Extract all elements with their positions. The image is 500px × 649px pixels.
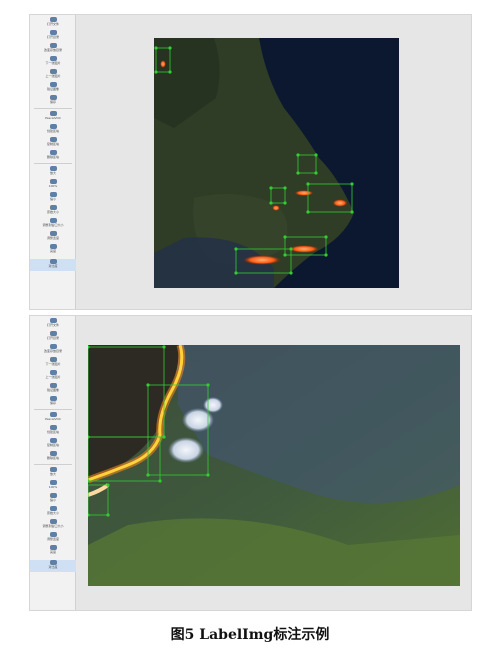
box-handle[interactable] bbox=[306, 210, 310, 214]
delete-box-button[interactable]: 删除区块 bbox=[30, 451, 76, 463]
box-handle[interactable] bbox=[289, 247, 293, 251]
image-canvas-top[interactable] bbox=[154, 38, 399, 288]
box-handle[interactable] bbox=[162, 435, 166, 439]
box-handle[interactable] bbox=[350, 182, 354, 186]
toolbar-divider bbox=[34, 409, 72, 410]
box-handle[interactable] bbox=[324, 253, 328, 257]
box-handle[interactable] bbox=[168, 70, 172, 74]
box-handle[interactable] bbox=[306, 182, 310, 186]
prev-image-button[interactable]: 上一张图片 bbox=[30, 370, 76, 382]
labelimg-window-top: 打开文件 打开目录 改变存放目录 下一张图片 上一张图片 验证图像 保存 Pas… bbox=[29, 14, 472, 310]
box-handle[interactable] bbox=[146, 383, 150, 387]
fire-spot bbox=[272, 205, 280, 211]
change-save-dir-button[interactable]: 改变存放目录 bbox=[30, 344, 76, 356]
verify-image-button[interactable]: 验证图像 bbox=[30, 82, 76, 94]
box-handle[interactable] bbox=[296, 153, 300, 157]
box-handle[interactable] bbox=[206, 383, 210, 387]
box-handle[interactable] bbox=[283, 253, 287, 257]
zoom-in-button[interactable]: 放大 bbox=[30, 467, 76, 479]
fit-width-button[interactable]: 调整宽度 bbox=[30, 231, 76, 243]
box-handle[interactable] bbox=[283, 235, 287, 239]
duplicate-box-button[interactable]: 复制区块 bbox=[30, 438, 76, 450]
change-save-dir-button[interactable]: 改变存放目录 bbox=[30, 43, 76, 55]
toolbar-bottom: 打开文件 打开目录 改变存放目录 下一张图片 上一张图片 验证图像 保存 Pas… bbox=[30, 316, 76, 610]
satellite-image-wildfire bbox=[88, 345, 460, 586]
box-handle[interactable] bbox=[234, 247, 238, 251]
toolbar-top: 打开文件 打开目录 改变存放目录 下一张图片 上一张图片 验证图像 保存 Pas… bbox=[30, 15, 76, 309]
toolbar-divider bbox=[34, 108, 72, 109]
box-handle[interactable] bbox=[106, 513, 110, 517]
prev-image-button[interactable]: 上一张图片 bbox=[30, 69, 76, 81]
fire-spot bbox=[288, 245, 320, 253]
format-button[interactable]: PascalVOC bbox=[30, 111, 76, 123]
box-handle[interactable] bbox=[269, 186, 273, 190]
zoom-level-field[interactable]: 100% bbox=[30, 179, 76, 191]
fit-window-button[interactable]: 调整到窗口大小 bbox=[30, 519, 76, 531]
next-image-button[interactable]: 下一张图片 bbox=[30, 56, 76, 68]
box-handle[interactable] bbox=[324, 235, 328, 239]
save-button[interactable]: 保存 bbox=[30, 396, 76, 408]
box-handle[interactable] bbox=[234, 271, 238, 275]
create-box-button[interactable]: 创建区块 bbox=[30, 124, 76, 136]
smoke-plume bbox=[203, 397, 223, 413]
open-dir-button[interactable]: 打开目录 bbox=[30, 30, 76, 42]
box-handle[interactable] bbox=[283, 201, 287, 205]
box-handle[interactable] bbox=[106, 483, 110, 487]
box-handle[interactable] bbox=[154, 46, 158, 50]
figure-caption: 图5 LabelImg标注示例 bbox=[170, 627, 330, 643]
contrast-button[interactable]: 对比度 bbox=[30, 259, 76, 271]
zoom-out-button[interactable]: 缩小 bbox=[30, 493, 76, 505]
box-handle[interactable] bbox=[314, 171, 318, 175]
box-handle[interactable] bbox=[289, 271, 293, 275]
open-file-button[interactable]: 打开文件 bbox=[30, 318, 76, 330]
fit-width-button[interactable]: 调整宽度 bbox=[30, 532, 76, 544]
brightness-button[interactable]: 亮度 bbox=[30, 545, 76, 557]
contrast-button[interactable]: 对比度 bbox=[30, 560, 76, 572]
fit-window-button[interactable]: 调整到窗口大小 bbox=[30, 218, 76, 230]
zoom-in-button[interactable]: 放大 bbox=[30, 166, 76, 178]
satellite-image-coast bbox=[154, 38, 399, 288]
fire-spot bbox=[242, 255, 282, 265]
labelimg-window-bottom: 打开文件 打开目录 改变存放目录 下一张图片 上一张图片 验证图像 保存 Pas… bbox=[29, 315, 472, 611]
box-handle[interactable] bbox=[314, 153, 318, 157]
box-handle[interactable] bbox=[296, 171, 300, 175]
smoke-plume bbox=[168, 437, 204, 463]
box-handle[interactable] bbox=[158, 479, 162, 483]
box-handle[interactable] bbox=[154, 70, 158, 74]
box-handle[interactable] bbox=[146, 473, 150, 477]
zoom-out-button[interactable]: 缩小 bbox=[30, 192, 76, 204]
original-size-button[interactable]: 原始大小 bbox=[30, 205, 76, 217]
format-button[interactable]: PascalVOC bbox=[30, 412, 76, 424]
create-box-button[interactable]: 创建区块 bbox=[30, 425, 76, 437]
toolbar-divider bbox=[34, 163, 72, 164]
brightness-button[interactable]: 亮度 bbox=[30, 244, 76, 256]
box-handle[interactable] bbox=[269, 201, 273, 205]
image-canvas-bottom[interactable] bbox=[88, 345, 460, 586]
box-handle[interactable] bbox=[350, 210, 354, 214]
open-dir-button[interactable]: 打开目录 bbox=[30, 331, 76, 343]
box-handle[interactable] bbox=[168, 46, 172, 50]
save-button[interactable]: 保存 bbox=[30, 95, 76, 107]
box-handle[interactable] bbox=[206, 473, 210, 477]
zoom-level-field[interactable]: 100% bbox=[30, 480, 76, 492]
fire-spot bbox=[332, 199, 348, 207]
next-image-button[interactable]: 下一张图片 bbox=[30, 357, 76, 369]
original-size-button[interactable]: 原始大小 bbox=[30, 506, 76, 518]
verify-image-button[interactable]: 验证图像 bbox=[30, 383, 76, 395]
open-file-button[interactable]: 打开文件 bbox=[30, 17, 76, 29]
fire-spot bbox=[294, 190, 314, 196]
fire-spot bbox=[160, 60, 166, 68]
box-handle[interactable] bbox=[283, 186, 287, 190]
delete-box-button[interactable]: 删除区块 bbox=[30, 150, 76, 162]
duplicate-box-button[interactable]: 复制区块 bbox=[30, 137, 76, 149]
toolbar-divider bbox=[34, 464, 72, 465]
box-handle[interactable] bbox=[162, 345, 166, 349]
